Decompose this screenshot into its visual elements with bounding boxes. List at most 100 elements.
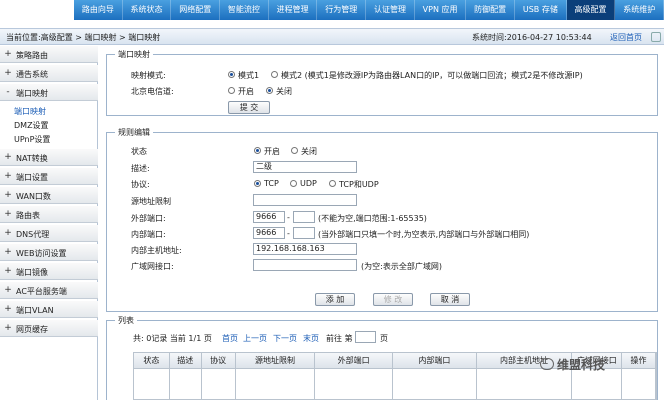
table-cell (315, 369, 393, 399)
desc-label: 描述: (131, 164, 150, 173)
expand-icon[interactable]: + (4, 68, 12, 78)
pager-last[interactable]: 末页 (303, 333, 319, 344)
sidebar-item[interactable]: + NAT转换 (0, 149, 98, 166)
pager-summary: 共: 0记录 当前 1/1 页 (133, 334, 212, 343)
column-header: 操作 (622, 353, 656, 368)
sidebar-item[interactable]: + 策略路由 (0, 46, 98, 63)
nav-item[interactable]: 路由向导 (74, 0, 123, 20)
sidebar-item-label: 端口设置 (16, 173, 48, 182)
sidebar-item[interactable]: - 端口映射 (0, 84, 98, 101)
table-cell (622, 369, 656, 399)
sidebar-subitem[interactable]: DMZ设置 (14, 120, 49, 131)
ext-port-dash: - (287, 213, 290, 222)
ext-port-label: 外部端口: (131, 214, 166, 223)
mode2-label: 模式2 (模式1是修改源IP为路由器LAN口的IP，可以做端口回流；模式2是不修… (281, 71, 583, 80)
telecom-off-radio[interactable] (266, 87, 273, 94)
table-cell (393, 369, 477, 399)
home-icon[interactable] (651, 32, 661, 42)
nav-item[interactable]: 系统维护 (615, 0, 664, 20)
table-cell (236, 369, 316, 399)
ext-port-to-input[interactable] (293, 211, 315, 223)
sidebar-item-label: WEB访问设置 (16, 249, 67, 258)
nav-item[interactable]: USB 存储 (515, 0, 567, 20)
sidebar-item[interactable]: + WEB访问设置 (0, 244, 98, 261)
sidebar-item[interactable]: + 通告系统 (0, 65, 98, 82)
src-limit-input[interactable] (253, 194, 357, 206)
src-limit-label: 源地址限制 (131, 197, 171, 206)
expand-icon[interactable]: + (4, 247, 12, 257)
home-link[interactable]: 返回首页 (610, 32, 642, 43)
sidebar-item[interactable]: + 端口VLAN (0, 301, 98, 318)
port-map-legend: 端口映射 (115, 49, 153, 60)
pager-next[interactable]: 下一页 (273, 333, 297, 344)
sidebar-item[interactable]: + 网页缓存 (0, 320, 98, 337)
table-cell (170, 369, 202, 399)
expand-icon[interactable]: + (4, 304, 12, 314)
column-header: 外部端口 (315, 353, 393, 368)
host-input[interactable]: 192.168.168.163 (253, 243, 357, 255)
wan-input[interactable] (253, 259, 357, 271)
int-port-from-input[interactable]: 9666 (253, 227, 285, 239)
mode2-radio[interactable] (271, 71, 278, 78)
status-label: 状态 (131, 147, 147, 156)
pager-first[interactable]: 首页 (222, 333, 238, 344)
submit-button[interactable]: 提 交 (228, 101, 270, 114)
nav-item[interactable]: 智能流控 (220, 0, 269, 20)
ext-port-from-input[interactable]: 9666 (253, 211, 285, 223)
collapse-icon[interactable]: - (4, 87, 12, 97)
protocol-udp-radio[interactable] (290, 180, 297, 187)
nav-item[interactable]: 进程管理 (269, 0, 318, 20)
desc-input[interactable]: 二级 (253, 161, 357, 173)
list-legend: 列表 (115, 315, 137, 326)
mode1-radio[interactable] (228, 71, 235, 78)
table-cell (134, 369, 170, 399)
expand-icon[interactable]: + (4, 209, 12, 219)
nav-item[interactable]: VPN 应用 (415, 0, 467, 20)
sidebar-item[interactable]: + DNS代理 (0, 225, 98, 242)
pager-prev[interactable]: 上一页 (243, 333, 267, 344)
protocol-both-radio[interactable] (329, 180, 336, 187)
nav-item[interactable]: 防御配置 (466, 0, 516, 20)
expand-icon[interactable]: + (4, 266, 12, 276)
nav-item[interactable]: 网络配置 (171, 0, 221, 20)
sidebar-item-label: 路由表 (16, 211, 40, 220)
sidebar-item[interactable]: + 路由表 (0, 206, 98, 223)
telecom-on-radio[interactable] (228, 87, 235, 94)
column-header: 状态 (134, 353, 170, 368)
sidebar-item-label: 网页缓存 (16, 325, 48, 334)
ext-port-hint: (不能为空,端口范围:1-65535) (318, 214, 427, 223)
nav-item[interactable]: 系统状态 (123, 0, 172, 20)
pager-goto-input[interactable] (355, 331, 376, 343)
nav-item[interactable]: 行为管理 (317, 0, 367, 20)
status-off-radio[interactable] (291, 147, 298, 154)
expand-icon[interactable]: + (4, 171, 12, 181)
protocol-tcp-radio[interactable] (254, 180, 261, 187)
int-port-to-input[interactable] (293, 227, 315, 239)
expand-icon[interactable]: + (4, 49, 12, 59)
expand-icon[interactable]: + (4, 152, 12, 162)
add-button[interactable]: 添 加 (315, 293, 355, 306)
expand-icon[interactable]: + (4, 285, 12, 295)
sidebar-item[interactable]: + AC平台服务端 (0, 282, 98, 299)
status-on-radio[interactable] (254, 147, 261, 154)
mode-label: 映射模式: (131, 71, 166, 80)
expand-icon[interactable]: + (4, 190, 12, 200)
sidebar-item-label: 通告系统 (16, 70, 48, 79)
nav-item[interactable]: 高级配置 (566, 0, 616, 20)
column-header: 内部端口 (393, 353, 477, 368)
expand-icon[interactable]: + (4, 228, 12, 238)
sidebar-subitem[interactable]: 端口映射 (14, 106, 46, 117)
sidebar-item[interactable]: + 端口镜像 (0, 263, 98, 280)
protocol-label: 协议: (131, 180, 150, 189)
sidebar-item[interactable]: + WAN口数 (0, 187, 98, 204)
expand-icon[interactable]: + (4, 323, 12, 333)
sidebar-item-label: 端口映射 (16, 89, 48, 98)
nav-item[interactable]: 认证管理 (366, 0, 415, 20)
nav-bar: 路由向导 系统状态 网络配置 智能流控 进程管理 行为管理 认证管理 VPN 应用 防御配置 US… (74, 0, 664, 20)
cancel-button[interactable]: 取 消 (430, 293, 470, 306)
sidebar-subitem[interactable]: UPnP设置 (14, 134, 50, 145)
protocol-udp-label: UDP (300, 179, 317, 188)
modify-button[interactable]: 修 改 (373, 293, 413, 306)
sidebar-item[interactable]: + 端口设置 (0, 168, 98, 185)
rule-edit-fieldset: 规则编辑 状态 开启 关闭 描述: 二级 协议: TCP UDP TCP和UDP… (106, 127, 658, 312)
